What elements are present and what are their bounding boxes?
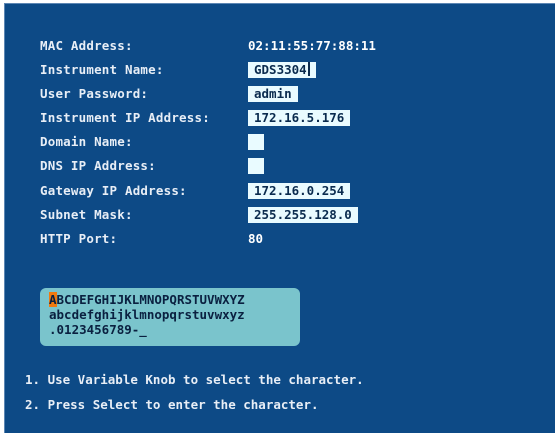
http-port-label: HTTP Port: [40,231,118,246]
dns-ip-field[interactable] [248,158,264,174]
subnet-mask-row: Subnet Mask: 255.255.128.0 [40,206,540,224]
subnet-mask-field[interactable]: 255.255.128.0 [248,207,358,223]
gateway-ip-row: Gateway IP Address: 172.16.0.254 [40,182,540,200]
http-port-value: 80 [248,231,264,246]
domain-name-label: Domain Name: [40,134,133,149]
instrument-name-value: GDS3304 [254,62,307,77]
instrument-name-field[interactable]: GDS3304 [248,62,316,78]
domain-name-field[interactable] [248,134,264,150]
instruction-step-1: 1. Use Variable Knob to select the chara… [25,372,364,387]
user-password-field[interactable]: admin [248,86,298,102]
character-keyboard[interactable]: ABCDEFGHIJKLMNOPQRSTUVWXYZ abcdefghijklm… [40,288,300,346]
dns-ip-row: DNS IP Address: [40,157,540,175]
instrument-name-label: Instrument Name: [40,62,164,77]
text-cursor [307,62,310,76]
subnet-mask-label: Subnet Mask: [40,207,133,222]
gateway-ip-field[interactable]: 172.16.0.254 [248,183,351,199]
domain-name-row: Domain Name: [40,133,540,151]
user-password-label: User Password: [40,86,149,101]
keyboard-lowercase-row[interactable]: abcdefghijklmnopqrstuvwxyz [49,308,245,321]
instrument-ip-field[interactable]: 172.16.5.176 [248,110,351,126]
uppercase-characters[interactable]: BCDEFGHIJKLMNOPQRSTUVWXYZ [57,292,245,307]
gateway-ip-label: Gateway IP Address: [40,183,187,198]
user-password-row: User Password: admin [40,85,540,103]
mac-address-value: 02:11:55:77:88:11 [248,38,376,53]
lan-settings-screen: MAC Address: 02:11:55:77:88:11 Instrumen… [4,3,555,433]
instrument-ip-label: Instrument IP Address: [40,110,210,125]
instrument-name-row: Instrument Name: GDS3304 [40,61,540,79]
mac-address-label: MAC Address: [40,38,133,53]
keyboard-uppercase-row: ABCDEFGHIJKLMNOPQRSTUVWXYZ [49,292,245,307]
http-port-row: HTTP Port: 80 [40,230,540,248]
mac-address-row: MAC Address: 02:11:55:77:88:11 [40,37,540,55]
keyboard-digits-row[interactable]: .0123456789-_ [49,323,147,336]
instruction-step-2: 2. Press Select to enter the character. [25,397,319,412]
instrument-ip-row: Instrument IP Address: 172.16.5.176 [40,109,540,127]
dns-ip-label: DNS IP Address: [40,158,156,173]
selected-character[interactable]: A [49,292,57,307]
